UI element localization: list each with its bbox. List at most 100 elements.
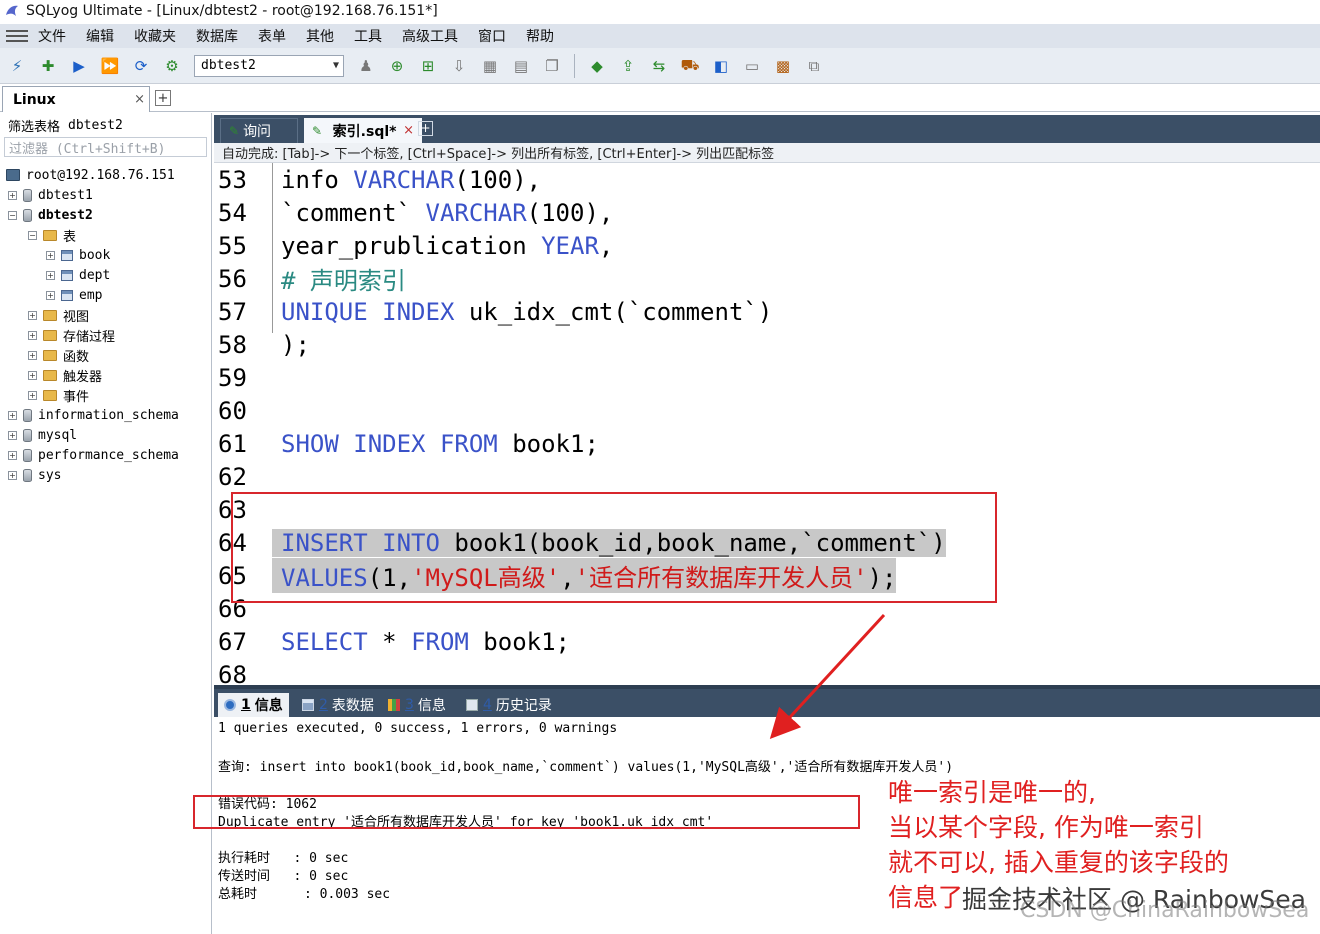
- close-icon[interactable]: ×: [403, 123, 414, 138]
- expand-icon[interactable]: +: [28, 390, 37, 400]
- create-db-icon[interactable]: ⊕: [384, 53, 410, 79]
- backup-icon[interactable]: ⇩: [446, 53, 472, 79]
- folder-icon: [43, 369, 57, 381]
- expand-icon[interactable]: +: [8, 410, 17, 420]
- execute-icon[interactable]: ▶: [66, 53, 92, 79]
- tree-db-mysql[interactable]: + mysql: [0, 425, 211, 445]
- info-icon: [224, 699, 236, 711]
- compare-icon[interactable]: ⇆: [646, 53, 672, 79]
- connect-icon[interactable]: ⚡: [4, 53, 30, 79]
- tree-folder-tables[interactable]: − 表: [0, 225, 211, 245]
- filter-row: 筛选表格 dbtest2: [0, 113, 211, 137]
- sync-icon[interactable]: ◆: [584, 53, 610, 79]
- sql-keyword: FROM: [411, 627, 469, 656]
- database-icon: [23, 188, 32, 202]
- code-line: 62: [214, 460, 281, 493]
- expand-icon[interactable]: +: [46, 270, 55, 280]
- expand-icon[interactable]: +: [8, 430, 17, 440]
- sql-token: info: [281, 165, 354, 194]
- tree-folder-events[interactable]: + 事件: [0, 385, 211, 405]
- tree-table-book[interactable]: + book: [0, 245, 211, 265]
- code-text: `comment` VARCHAR(100),: [272, 199, 613, 227]
- create-table-icon[interactable]: ⊞: [415, 53, 441, 79]
- designer-icon[interactable]: ⧉: [801, 53, 827, 79]
- tree-db-information-schema[interactable]: + information_schema: [0, 405, 211, 425]
- tree-table-dept[interactable]: + dept: [0, 265, 211, 285]
- tree-db-dbtest2[interactable]: − dbtest2: [0, 205, 211, 225]
- expand-icon[interactable]: +: [8, 470, 17, 480]
- menu-file[interactable]: 文件: [38, 26, 66, 46]
- import-icon[interactable]: ⇪: [615, 53, 641, 79]
- add-query-tab-button[interactable]: +: [418, 121, 433, 136]
- menu-advanced-tools[interactable]: 高级工具: [402, 26, 458, 46]
- tree-db-sys[interactable]: + sys: [0, 465, 211, 485]
- autocomplete-hint: 自动完成: [Tab]-> 下一个标签, [Ctrl+Space]-> 列出所有…: [214, 143, 1320, 163]
- result-tab-strip: 1 信息 2 表数据 3 信息 4 历史记录: [214, 685, 1320, 717]
- collapse-icon[interactable]: −: [28, 230, 37, 240]
- connection-tab-linux[interactable]: Linux ×: [2, 86, 150, 112]
- new-connection-icon[interactable]: ✚: [35, 53, 61, 79]
- tree-server[interactable]: root@192.168.76.151: [0, 165, 211, 185]
- menu-table[interactable]: 表单: [258, 26, 286, 46]
- menu-other[interactable]: 其他: [306, 26, 334, 46]
- migration-icon[interactable]: ⛟: [677, 53, 703, 79]
- line-number: 67: [218, 627, 247, 656]
- menu-favorites[interactable]: 收藏夹: [134, 26, 176, 46]
- tab-table-data[interactable]: 2 表数据: [296, 693, 380, 717]
- table-view-icon[interactable]: ▤: [508, 53, 534, 79]
- close-icon[interactable]: ×: [134, 92, 145, 107]
- query-builder-icon[interactable]: ◧: [708, 53, 734, 79]
- code-line: 56 # 声明索引: [214, 261, 406, 296]
- tree-db-dbtest1[interactable]: + dbtest1: [0, 185, 211, 205]
- dolphin-icon: [6, 5, 18, 16]
- monitor-icon[interactable]: ▭: [739, 53, 765, 79]
- expand-icon[interactable]: +: [46, 290, 55, 300]
- tab-index-sql[interactable]: ✎ 索引.sql* ×: [304, 118, 422, 143]
- report-icon[interactable]: ▩: [770, 53, 796, 79]
- collapse-icon[interactable]: −: [8, 210, 17, 220]
- sql-token: year_prublication: [281, 231, 542, 260]
- menu-help[interactable]: 帮助: [526, 26, 554, 46]
- expand-icon[interactable]: +: [28, 370, 37, 380]
- expand-icon[interactable]: +: [8, 450, 17, 460]
- code-line: 53 info VARCHAR(100),: [214, 163, 541, 196]
- expand-icon[interactable]: +: [28, 310, 37, 320]
- execute-all-icon[interactable]: ⏩: [97, 53, 123, 79]
- code-text: # 声明索引: [272, 261, 406, 296]
- expand-icon[interactable]: +: [46, 250, 55, 260]
- schema-icon[interactable]: ▦: [477, 53, 503, 79]
- expand-icon[interactable]: +: [28, 330, 37, 340]
- filter-input[interactable]: 过滤器 (Ctrl+Shift+B): [4, 137, 207, 157]
- tab-history[interactable]: 4 历史记录: [460, 693, 558, 717]
- menu-database[interactable]: 数据库: [196, 26, 238, 46]
- copy-icon[interactable]: ❐: [539, 53, 565, 79]
- tab-messages[interactable]: 1 信息: [218, 693, 289, 717]
- refresh-icon[interactable]: ⟳: [128, 53, 154, 79]
- expand-icon[interactable]: +: [28, 350, 37, 360]
- document-icon[interactable]: [6, 27, 28, 45]
- filter-db: dbtest2: [68, 117, 123, 133]
- tree-folder-triggers[interactable]: + 触发器: [0, 365, 211, 385]
- sql-editor[interactable]: 53 info VARCHAR(100), 54 `comment` VARCHAR(…: [214, 163, 1320, 685]
- folder-icon: [43, 349, 57, 361]
- database-tools-icon[interactable]: ⚙: [159, 53, 185, 79]
- database-select[interactable]: dbtest2 ▼: [194, 54, 344, 77]
- tree-folder-functions[interactable]: + 函数: [0, 345, 211, 365]
- user-icon[interactable]: ♟: [353, 53, 379, 79]
- title-bar: SQLyog Ultimate - [Linux/dbtest2 - root@…: [0, 0, 1320, 22]
- code-line: 61 SHOW INDEX FROM book1;: [214, 427, 599, 460]
- expand-icon[interactable]: +: [8, 190, 17, 200]
- tree-table-emp[interactable]: + emp: [0, 285, 211, 305]
- menu-window[interactable]: 窗口: [478, 26, 506, 46]
- code-line: 68: [214, 658, 281, 686]
- menu-edit[interactable]: 编辑: [86, 26, 114, 46]
- tree-folder-procedures[interactable]: + 存储过程: [0, 325, 211, 345]
- tab-info[interactable]: 3 信息: [382, 693, 452, 717]
- line-number: 58: [218, 330, 247, 359]
- tree-db-performance-schema[interactable]: + performance_schema: [0, 445, 211, 465]
- add-connection-button[interactable]: +: [155, 90, 171, 106]
- code-line: 59: [214, 361, 281, 394]
- tree-folder-views[interactable]: + 视图: [0, 305, 211, 325]
- menu-tools[interactable]: 工具: [354, 26, 382, 46]
- tab-query[interactable]: ✎ 询问: [220, 118, 298, 143]
